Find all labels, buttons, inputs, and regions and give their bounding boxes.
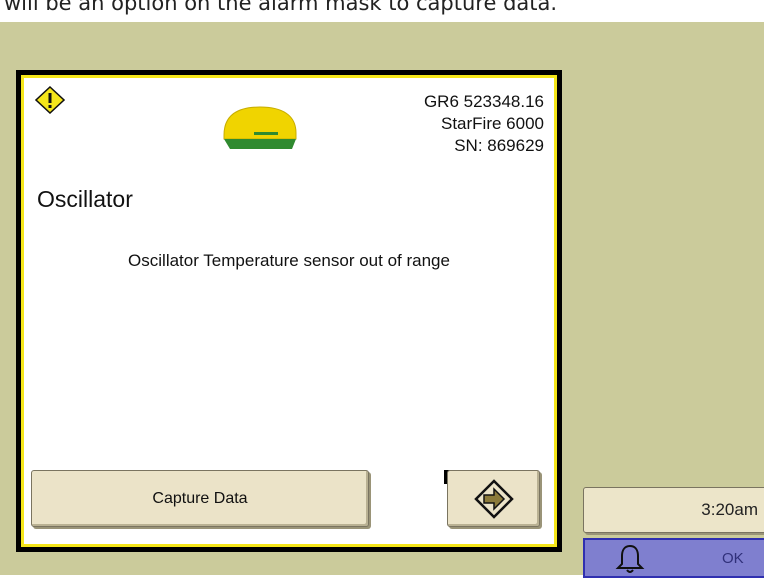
device-info-line-2: StarFire 6000 <box>441 114 544 133</box>
clock-time: 3:20am <box>701 500 758 519</box>
alarm-dialog-body: GR6 523348.16 StarFire 6000 SN: 869629 O… <box>21 75 557 547</box>
alarm-dialog: GR6 523348.16 StarFire 6000 SN: 869629 O… <box>16 70 562 552</box>
bell-icon <box>615 544 645 573</box>
clock-panel: 3:20am <box>583 487 764 533</box>
ok-label: OK <box>722 550 744 567</box>
capture-data-button[interactable]: Capture Data <box>31 470 369 527</box>
arrow-right-icon <box>473 478 514 519</box>
device-info-line-3: SN: 869629 <box>454 136 544 155</box>
alarm-message: Oscillator Temperature sensor out of ran… <box>128 251 450 270</box>
starfire-receiver-icon <box>223 106 297 149</box>
capture-data-label: Capture Data <box>152 489 248 507</box>
caption-strip: will be an option on the alarm mask to c… <box>0 0 764 22</box>
alarm-ok-bar[interactable]: OK <box>583 538 764 578</box>
device-info-line-1: GR6 523348.16 <box>423 92 544 111</box>
warning-triangle-icon <box>35 86 65 114</box>
caption-text: will be an option on the alarm mask to c… <box>4 0 558 15</box>
alarm-title: Oscillator <box>37 186 133 212</box>
next-button[interactable] <box>447 470 540 527</box>
display-screen: GR6 523348.16 StarFire 6000 SN: 869629 O… <box>0 22 764 578</box>
device-info: GR6 523348.16 StarFire 6000 SN: 869629 <box>424 91 544 157</box>
